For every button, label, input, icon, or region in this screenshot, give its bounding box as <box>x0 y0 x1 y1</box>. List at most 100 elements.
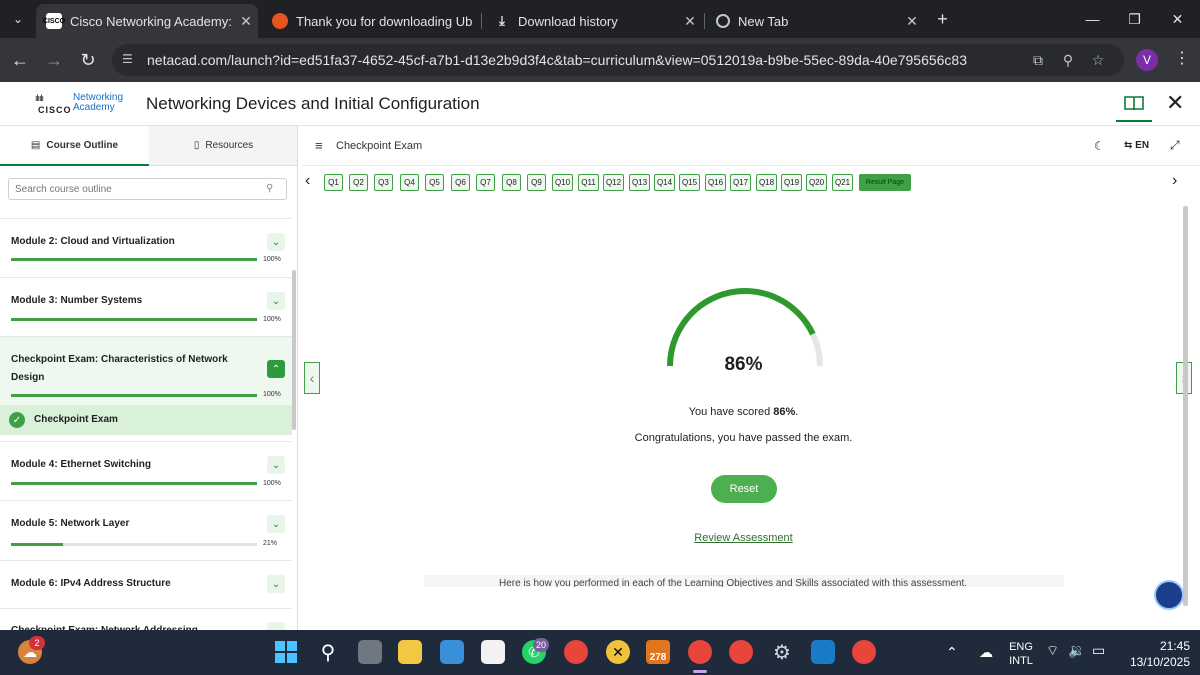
next-question-icon[interactable]: › <box>1172 172 1177 190</box>
battery-icon[interactable]: ▭ <box>1092 642 1105 659</box>
cisco-networking-academy-logo[interactable]: ılıılı CISCO Networking Academy <box>35 93 125 117</box>
tab-course-outline[interactable]: ▤ Course Outline <box>0 126 149 166</box>
sub-item-checkpoint-exam[interactable]: ✓ Checkpoint Exam <box>0 405 292 435</box>
module-item[interactable]: Module 5: Network Layer ⌄ 21% <box>0 500 292 560</box>
question-button-q3[interactable]: Q3 <box>374 174 393 191</box>
settings-gear-icon[interactable]: ⚙ <box>770 640 794 664</box>
onedrive-icon[interactable]: ☁ <box>974 640 998 664</box>
module-item-checkpoint[interactable]: Checkpoint Exam: Characteristics of Netw… <box>0 336 292 405</box>
chevron-down-icon[interactable]: ⌄ <box>267 575 285 593</box>
clock[interactable]: 21:45 13/10/2025 <box>1118 638 1190 670</box>
chevron-down-icon[interactable]: ⌄ <box>267 515 285 533</box>
module-item[interactable]: Module 6: IPv4 Address Structure ⌄ <box>0 560 292 608</box>
chevron-down-icon[interactable]: ⌄ <box>267 456 285 474</box>
search-course-outline-input[interactable] <box>8 178 287 200</box>
volume-icon[interactable]: 🔉 <box>1068 642 1085 659</box>
task-view-icon[interactable] <box>358 640 382 664</box>
tab-newtab[interactable]: New Tab ✕ <box>706 4 924 38</box>
language-selector[interactable]: ⇆ EN <box>1124 140 1149 151</box>
tab-resources[interactable]: ▯ Resources <box>149 126 297 166</box>
tab-separator <box>481 13 482 29</box>
question-button-q16[interactable]: Q16 <box>705 174 726 191</box>
minimize-button[interactable]: — <box>1070 0 1115 38</box>
expand-icon[interactable]: ⤢ <box>1170 138 1180 153</box>
chrome-icon[interactable] <box>729 640 753 664</box>
omnibox[interactable]: ☰ netacad.com/launch?id=ed51fa37-4652-45… <box>112 44 1124 76</box>
chrome-icon[interactable] <box>852 640 876 664</box>
question-button-q18[interactable]: Q18 <box>756 174 777 191</box>
result-page-button[interactable]: Result Page <box>859 174 911 191</box>
module-item[interactable]: Module 4: Ethernet Switching ⌄ 100% <box>0 441 292 500</box>
chrome-active-icon[interactable] <box>688 640 712 664</box>
question-button-q8[interactable]: Q8 <box>502 174 521 191</box>
profile-avatar[interactable]: V <box>1136 49 1158 71</box>
question-button-q13[interactable]: Q13 <box>629 174 650 191</box>
question-button-q21[interactable]: Q21 <box>832 174 853 191</box>
wifi-icon[interactable]: ⌔ <box>1046 642 1059 660</box>
exam-main-panel: ≡ Checkpoint Exam ☾ ⇆ EN ⤢ ‹ Q1 Q2 Q3 Q4 Q5 Q… <box>302 126 1200 630</box>
menu-kebab-icon[interactable]: ⋮ <box>1174 48 1190 68</box>
module-name: Module 4: Ethernet Switching <box>11 459 152 470</box>
book-icon[interactable] <box>1116 86 1152 122</box>
site-info-icon[interactable]: ☰ <box>122 52 138 68</box>
chevron-up-icon[interactable]: ⌃ <box>267 360 285 378</box>
question-button-q5[interactable]: Q5 <box>425 174 444 191</box>
reset-button[interactable]: Reset <box>711 475 777 503</box>
close-tab-icon[interactable]: ✕ <box>234 13 258 30</box>
close-course-icon[interactable]: ✕ <box>1166 90 1184 116</box>
chevron-down-icon[interactable]: ⌄ <box>267 622 285 630</box>
question-button-q4[interactable]: Q4 <box>400 174 419 191</box>
dark-mode-icon[interactable]: ☾ <box>1094 139 1105 153</box>
photos-icon[interactable] <box>440 640 464 664</box>
question-button-q15[interactable]: Q15 <box>679 174 700 191</box>
chrome-profile-icon[interactable] <box>564 640 588 664</box>
start-icon[interactable] <box>274 640 298 664</box>
question-button-q20[interactable]: Q20 <box>806 174 827 191</box>
bookmark-star-icon[interactable]: ☆ <box>1088 50 1108 70</box>
close-window-button[interactable]: ✕ <box>1155 0 1200 38</box>
app-x-icon[interactable]: ✕ <box>606 640 630 664</box>
chevron-up-icon[interactable]: ⌃ <box>946 644 958 661</box>
question-button-q10[interactable]: Q10 <box>552 174 573 191</box>
chevron-down-icon[interactable]: ⌄ <box>267 292 285 310</box>
module-item[interactable]: Module 2: Cloud and Virtualization ⌄ 100… <box>0 218 292 276</box>
back-icon[interactable]: ← <box>6 46 34 74</box>
module-item[interactable]: Module 3: Number Systems ⌄ 100% <box>0 277 292 336</box>
new-tab-button[interactable]: + <box>920 0 965 38</box>
install-app-icon[interactable]: ⧉ <box>1028 50 1048 70</box>
search-icon[interactable]: ⚲ <box>316 640 340 664</box>
reload-icon[interactable]: ↻ <box>74 46 102 74</box>
vscode-icon[interactable] <box>811 640 835 664</box>
tab-cisco[interactable]: CISCO Cisco Networking Academy: Ne ✕ <box>36 4 258 38</box>
sidebar-scrollbar[interactable] <box>292 270 296 430</box>
review-assessment-link[interactable]: Review Assessment <box>302 532 1185 544</box>
tab-downloads[interactable]: ⤓ Download history ✕ <box>484 4 702 38</box>
url-text[interactable]: netacad.com/launch?id=ed51fa37-4652-45cf… <box>147 52 967 68</box>
question-button-q17[interactable]: Q17 <box>730 174 751 191</box>
module-item[interactable]: Checkpoint Exam: Network Addressing ⌄ <box>0 608 292 630</box>
question-button-q14[interactable]: Q14 <box>654 174 675 191</box>
tab-search-icon[interactable]: ⌄ <box>4 5 32 33</box>
question-button-q12[interactable]: Q12 <box>603 174 624 191</box>
restore-button[interactable]: ❐ <box>1112 0 1157 38</box>
question-button-q6[interactable]: Q6 <box>451 174 470 191</box>
close-tab-icon[interactable]: ✕ <box>678 13 702 30</box>
question-button-q7[interactable]: Q7 <box>476 174 495 191</box>
prev-question-icon[interactable]: ‹ <box>305 172 310 190</box>
notepad-icon[interactable] <box>481 640 505 664</box>
language-indicator[interactable]: ENG INTL <box>1004 640 1038 668</box>
main-scrollbar[interactable] <box>1183 206 1188 606</box>
chevron-down-icon[interactable]: ⌄ <box>267 233 285 251</box>
collapse-menu-icon[interactable]: ≡ <box>315 138 323 153</box>
question-button-q19[interactable]: Q19 <box>781 174 802 191</box>
question-button-q1[interactable]: Q1 <box>324 174 343 191</box>
question-button-q2[interactable]: Q2 <box>349 174 368 191</box>
zoom-icon[interactable]: ⚲ <box>1058 50 1078 70</box>
forward-icon[interactable]: → <box>40 46 68 74</box>
search-icon[interactable]: ⚲ <box>266 183 273 194</box>
tab-ubuntu[interactable]: Thank you for downloading Ub <box>262 4 480 38</box>
file-explorer-icon[interactable] <box>398 640 422 664</box>
question-button-q11[interactable]: Q11 <box>578 174 599 191</box>
question-button-q9[interactable]: Q9 <box>527 174 546 191</box>
assistant-chat-icon[interactable] <box>1154 580 1184 610</box>
